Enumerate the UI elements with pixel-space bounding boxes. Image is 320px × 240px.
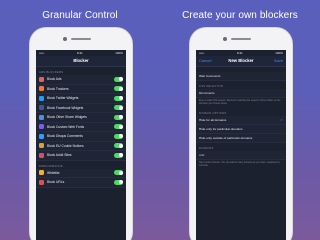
- comments-icon: [39, 133, 44, 139]
- save-button[interactable]: Save: [274, 58, 283, 63]
- blocker-row-facebook[interactable]: Block Facebook Widgets: [36, 103, 126, 113]
- battery-level: 100%: [115, 51, 123, 55]
- nav-bar: Cancel New Blocker Save: [196, 56, 286, 67]
- blocker-row-fonts[interactable]: Block Custom Web Fonts: [36, 122, 126, 132]
- toggle-switch[interactable]: [114, 179, 123, 185]
- section-header: CSS SELECTOR: [199, 84, 223, 88]
- blocker-row-disqus[interactable]: Block Disqus Comments: [36, 132, 126, 142]
- page-title: Blocker: [73, 58, 89, 63]
- row-label: Block Twitter Widgets: [47, 96, 79, 101]
- cookie-icon: [39, 143, 44, 149]
- toggle-switch[interactable]: [114, 170, 123, 176]
- row-label: Block Custom Web Fonts: [47, 124, 85, 129]
- twitter-icon: [39, 95, 44, 101]
- blocker-row-trackers[interactable]: Block Trackers: [36, 84, 126, 94]
- battery-level: 100%: [275, 51, 283, 55]
- status-time: 9:41: [76, 51, 83, 55]
- blocker-row-whitelist[interactable]: Whitelist: [36, 168, 126, 178]
- blocker-row-share[interactable]: Block Other Share Widgets: [36, 113, 126, 123]
- selector-help-text: Enter a valid CSS selector. Elements mat…: [199, 100, 281, 105]
- promo-panel-right: Create your own blockers ••••• 9:41 100%…: [160, 0, 320, 240]
- toggle-switch[interactable]: [114, 133, 123, 139]
- toggle-switch[interactable]: [114, 76, 123, 82]
- blocker-row-cookies[interactable]: Block EU Cookie Notices: [36, 141, 126, 151]
- phone-frame: ••••• 9:41 100% Blocker ADS BLOCKERS Blo…: [30, 28, 132, 240]
- carrier-signal: •••••: [39, 51, 45, 55]
- toggle-switch[interactable]: [114, 124, 123, 130]
- promo-panel-left: Granular Control ••••• 9:41 100% Blocker…: [0, 0, 160, 240]
- url-icon: [39, 179, 44, 185]
- share-icon: [39, 114, 44, 120]
- row-label: Block EU Cookie Notices: [47, 143, 84, 148]
- blocker-row-ads[interactable]: Block Ads: [36, 75, 126, 85]
- blocker-name-field[interactable]: Web Comments: [196, 72, 286, 81]
- toggle-switch[interactable]: [114, 143, 123, 149]
- option-label: Hide only for particular domains: [199, 127, 243, 131]
- phone-screen: ••••• 9:41 100% Cancel New Blocker Save …: [196, 50, 286, 240]
- row-label: Block Disqus Comments: [47, 134, 83, 139]
- domain-help-text: Tap to add a domain. You can add as many…: [199, 162, 280, 167]
- facebook-icon: [39, 105, 44, 111]
- font-icon: [39, 124, 44, 130]
- domain-input[interactable]: Add: [196, 151, 286, 160]
- toggle-switch[interactable]: [114, 86, 123, 92]
- option-label: Hide for all domains: [199, 118, 227, 122]
- option-outside-domains[interactable]: Hide only outside of particular domains: [196, 134, 286, 143]
- row-label: Block Ads: [47, 77, 62, 82]
- blocker-row-adult[interactable]: Block Adult Sites: [36, 151, 126, 161]
- blocker-row-urls[interactable]: Block URLs: [36, 178, 126, 188]
- row-label: Whitelist: [47, 170, 60, 175]
- adult-icon: [39, 152, 44, 158]
- phone-screen: ••••• 9:41 100% Blocker ADS BLOCKERS Blo…: [36, 50, 126, 240]
- caption: Create your own blockers: [182, 10, 298, 21]
- speaker-icon: [231, 38, 251, 40]
- toggle-switch[interactable]: [114, 105, 123, 111]
- row-label: Block Other Share Widgets: [47, 115, 87, 120]
- checkmark-icon: ✓: [280, 118, 283, 122]
- row-label: Block Facebook Widgets: [47, 105, 84, 110]
- blocker-row-twitter[interactable]: Block Twitter Widgets: [36, 94, 126, 104]
- status-time: 9:41: [236, 51, 243, 55]
- nav-bar: Blocker: [36, 56, 126, 67]
- option-particular-domains[interactable]: Hide only for particular domains: [196, 125, 286, 134]
- carrier-signal: •••••: [199, 51, 205, 55]
- section-header: ADS BLOCKERS: [39, 70, 64, 74]
- page-title: New Blocker: [228, 58, 254, 63]
- phone-frame: ••••• 9:41 100% Cancel New Blocker Save …: [190, 28, 292, 240]
- toggle-switch[interactable]: [114, 152, 123, 158]
- tracker-icon: [39, 86, 44, 92]
- camera-icon: [63, 37, 67, 41]
- ads-icon: [39, 76, 44, 82]
- whitelist-icon: [39, 170, 44, 176]
- caption: Granular Control: [42, 10, 118, 21]
- row-label: Block Adult Sites: [47, 153, 72, 158]
- section-header: PERFORMANCE: [39, 163, 63, 168]
- speaker-icon: [71, 38, 91, 40]
- row-label: Block URLs: [47, 180, 65, 185]
- option-all-domains[interactable]: Hide for all domains ✓: [196, 116, 286, 125]
- section-header: DOMAIN OPTIONS: [199, 111, 227, 115]
- toggle-switch[interactable]: [114, 114, 123, 120]
- row-label: Block Trackers: [47, 86, 69, 91]
- toggle-switch[interactable]: [114, 95, 123, 101]
- section-header: DOMAINS: [199, 146, 214, 150]
- option-label: Hide only outside of particular domains: [199, 136, 253, 140]
- css-selector-field[interactable]: #comments: [196, 89, 286, 98]
- camera-icon: [223, 37, 227, 41]
